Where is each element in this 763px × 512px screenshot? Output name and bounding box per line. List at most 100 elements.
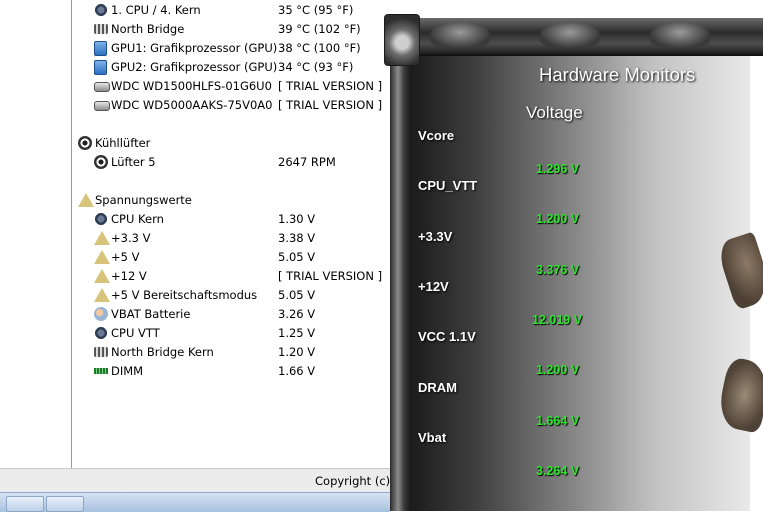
tree-item[interactable]: North Bridge Kern 1.20 V	[72, 343, 390, 362]
sensor-panel: 1. CPU / 4. Kern 35 °C (95 °F) North Bridg…	[0, 0, 397, 512]
gpu-icon	[94, 60, 107, 75]
navigation-pane[interactable]	[0, 0, 72, 468]
tree-item-label: CPU VTT	[111, 326, 160, 340]
tree-group[interactable]: Kühllüfter	[72, 134, 390, 153]
tree-item-label: Kühllüfter	[95, 136, 151, 150]
tree-item-value: 3.38 V	[278, 231, 316, 245]
tree-item-value: 5.05 V	[278, 288, 316, 302]
tree-item-label: +5 V Bereitschaftsmodus	[111, 288, 258, 302]
tree-item-value: 39 °C (102 °F)	[278, 22, 361, 36]
tree-item[interactable]: Lüfter 5 2647 RPM	[72, 153, 390, 172]
tree-item-value: 3.26 V	[278, 307, 316, 321]
gadget-title: Hardware Monitors	[539, 64, 696, 85]
voltage-label: VCC 1.1V	[418, 329, 476, 345]
voltage-value: 1.296 V	[536, 162, 580, 176]
tree-item-label: DIMM	[111, 364, 144, 378]
tree-item-value: 1.66 V	[278, 364, 316, 378]
tree-item-label: +12 V	[111, 269, 147, 283]
tree-item-label: North Bridge Kern	[111, 345, 214, 359]
tree-item[interactable]: VBAT Batterie 3.26 V	[72, 305, 390, 324]
tree-item-value: 35 °C (95 °F)	[278, 3, 354, 17]
tree-item[interactable]: +12 V [ TRIAL VERSION ]	[72, 267, 390, 286]
hdd-icon	[94, 82, 110, 92]
voltage-value: 1.200 V	[536, 212, 580, 227]
tree-item[interactable]: GPU2: Grafikprozessor (GPU) 34 °C (93 °F)	[72, 58, 390, 77]
hardware-monitor-gadget: Hardware Monitors Voltage Vcore 1.296 V CP…	[384, 0, 763, 511]
memory-icon	[94, 368, 108, 374]
voltage-icon	[78, 193, 94, 207]
taskbar	[0, 492, 390, 512]
tree-item-label: WDC WD1500HLFS-01G6U0	[111, 79, 272, 93]
tree-item-label: GPU2: Grafikprozessor (GPU)	[111, 60, 278, 74]
tree-item-label: VBAT Batterie	[111, 307, 191, 321]
tree-item[interactable]: WDC WD5000AAKS-75V0A0 [ TRIAL VERSION ]	[72, 96, 390, 115]
tree-item[interactable]: WDC WD1500HLFS-01G6U0 [ TRIAL VERSION ]	[72, 77, 390, 96]
tree-item-label: +5 V	[111, 250, 140, 264]
voltage-label: CPU_VTT	[418, 178, 478, 194]
cpu-icon	[94, 3, 108, 17]
cpu-icon	[94, 326, 108, 340]
tree-item[interactable]: +3.3 V 3.38 V	[72, 229, 390, 248]
tree-item[interactable]: CPU Kern 1.30 V	[72, 210, 390, 229]
tree-item[interactable]: GPU1: Grafikprozessor (GPU) 38 °C (100 °F…	[72, 39, 390, 58]
chipset-icon	[94, 24, 108, 34]
voltage-label: DRAM	[418, 379, 457, 395]
voltage-label: +12V	[418, 278, 449, 294]
sensor-tree[interactable]: 1. CPU / 4. Kern 35 °C (95 °F) North Bridg…	[72, 0, 390, 468]
frame-ornament-icon	[430, 22, 490, 48]
voltage-label: Vcore	[418, 128, 455, 143]
gadget-frame-top	[390, 18, 763, 56]
voltage-value: 1.664 V	[536, 413, 580, 428]
voltage-icon	[94, 250, 110, 264]
tree-item-label: 1. CPU / 4. Kern	[111, 3, 201, 17]
cpu-icon	[94, 212, 108, 226]
gadget-subtitle: Voltage	[526, 103, 583, 122]
voltage-value: 3.264 V	[536, 463, 580, 478]
tree-item-label: CPU Kern	[111, 212, 164, 226]
taskbar-button[interactable]	[6, 496, 44, 512]
tree-item[interactable]: North Bridge 39 °C (102 °F)	[72, 20, 390, 39]
tree-item-value: 5.05 V	[278, 250, 316, 264]
voltage-icon	[94, 231, 110, 245]
tree-item-value: 1.25 V	[278, 326, 316, 340]
fan-icon	[78, 136, 92, 150]
tree-item-value: 38 °C (100 °F)	[278, 41, 361, 55]
fan-icon	[94, 155, 108, 169]
hdd-icon	[94, 101, 110, 111]
status-bar: Copyright (c) .	[0, 468, 397, 493]
tree-item-value: [ TRIAL VERSION ]	[278, 79, 383, 93]
gpu-icon	[94, 41, 107, 56]
voltage-value: 3.376 V	[536, 262, 580, 277]
tree-item-label: GPU1: Grafikprozessor (GPU)	[111, 41, 278, 55]
tree-item-value: [ TRIAL VERSION ]	[278, 98, 383, 112]
voltage-value: 12.019 V	[532, 312, 583, 327]
tree-item-value: [ TRIAL VERSION ]	[278, 269, 383, 283]
frame-ornament-icon	[650, 22, 710, 48]
voltage-icon	[94, 269, 110, 283]
chipset-icon	[94, 347, 108, 357]
tree-item-label: +3.3 V	[111, 231, 151, 245]
tree-item[interactable]: +5 V Bereitschaftsmodus 5.05 V	[72, 286, 390, 305]
tree-item-label: WDC WD5000AAKS-75V0A0	[111, 98, 273, 112]
tree-item-value: 2647 RPM	[278, 155, 336, 169]
tree-item[interactable]: +5 V 5.05 V	[72, 248, 390, 267]
voltage-label: Vbat	[418, 429, 447, 445]
taskbar-button[interactable]	[46, 496, 84, 512]
tree-item[interactable]: 1. CPU / 4. Kern 35 °C (95 °F)	[72, 1, 390, 20]
voltage-value: 1.200 V	[536, 363, 580, 378]
gadget-panel	[410, 56, 750, 511]
tree-item[interactable]: CPU VTT 1.25 V	[72, 324, 390, 343]
tree-item-label: North Bridge	[111, 22, 185, 36]
tree-item-label: Spannungswerte	[95, 193, 192, 207]
voltage-icon	[94, 288, 110, 302]
tree-item-value: 1.30 V	[278, 212, 316, 226]
tree-group[interactable]: Spannungswerte	[72, 191, 390, 210]
gadget-frame-left	[390, 18, 410, 511]
tree-item-value: 34 °C (93 °F)	[278, 60, 354, 74]
tree-item[interactable]: DIMM 1.66 V	[72, 362, 390, 381]
voltage-label: +3.3V	[418, 228, 453, 244]
frame-ornament-icon	[540, 22, 600, 48]
battery-icon	[94, 307, 108, 321]
status-copyright: Copyright (c) .	[315, 474, 398, 488]
tree-item-value: 1.20 V	[278, 345, 316, 359]
